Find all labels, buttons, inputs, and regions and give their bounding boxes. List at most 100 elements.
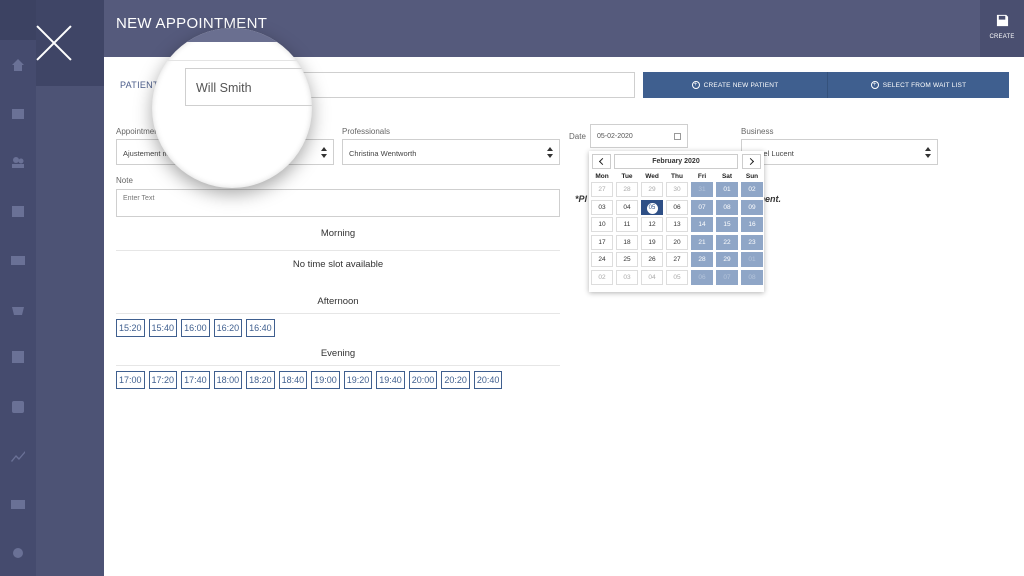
calendar-day[interactable]: 08 bbox=[716, 199, 738, 215]
gear-icon[interactable] bbox=[9, 544, 27, 562]
save-icon bbox=[996, 14, 1008, 27]
time-slot-button[interactable]: 18:20 bbox=[246, 371, 275, 389]
calendar-day[interactable]: 10 bbox=[591, 217, 613, 232]
patient-label: PATIENT bbox=[120, 80, 159, 90]
weekday-header: Sat bbox=[721, 173, 733, 180]
calendar-day[interactable]: 25 bbox=[616, 252, 638, 267]
calendar-day[interactable]: 02 bbox=[591, 269, 613, 285]
calendar-day[interactable]: 28 bbox=[691, 252, 713, 267]
evening-slots: 17:00 17:20 17:40 18:00 18:20 18:40 19:00 19:20… bbox=[116, 371, 503, 389]
calendar-day[interactable]: 08 bbox=[741, 269, 763, 285]
time-slot-button[interactable]: 18:40 bbox=[278, 371, 308, 389]
prev-month-button[interactable] bbox=[592, 154, 611, 169]
create-button[interactable]: CREATE bbox=[980, 0, 1024, 57]
calendar-day[interactable]: 22 bbox=[716, 234, 738, 250]
professionals-label: Professionals bbox=[342, 127, 391, 136]
time-slot-button[interactable]: 17:00 bbox=[116, 371, 145, 389]
calendar-day[interactable]: 27 bbox=[591, 182, 613, 197]
professionals-select[interactable]: Christina Wentworth bbox=[342, 139, 560, 165]
calendar-day[interactable]: 04 bbox=[641, 269, 663, 285]
calendar-day[interactable]: 23 bbox=[741, 234, 763, 250]
note-placeholder: Enter Text bbox=[123, 195, 155, 202]
date-label: Date bbox=[569, 132, 586, 141]
calendar-day[interactable]: 06 bbox=[666, 199, 688, 215]
time-slot-button[interactable]: 16:00 bbox=[181, 319, 210, 337]
calendar-day[interactable]: 15 bbox=[716, 217, 738, 232]
calendar-day[interactable]: 19 bbox=[641, 234, 663, 250]
calendar-day[interactable]: 21 bbox=[691, 234, 713, 250]
chart-icon[interactable] bbox=[9, 447, 27, 465]
plus-circle-icon: + bbox=[691, 81, 700, 89]
business-select[interactable]: Hostel Lucent bbox=[741, 139, 938, 165]
calendar-day[interactable]: 16 bbox=[741, 217, 763, 232]
calendar-day[interactable]: 02 bbox=[741, 182, 763, 197]
time-slot-button[interactable]: 19:20 bbox=[343, 371, 373, 389]
weekday-header: Sun bbox=[745, 173, 759, 180]
calendar-day[interactable]: 01 bbox=[741, 252, 763, 267]
business-label: Business bbox=[741, 127, 774, 136]
calendar-day[interactable]: 13 bbox=[666, 217, 688, 232]
time-slot-button[interactable]: 20:00 bbox=[408, 371, 438, 389]
contact-icon[interactable] bbox=[9, 398, 27, 416]
calendar-day[interactable]: 04 bbox=[616, 199, 638, 215]
schedule-icon[interactable] bbox=[9, 202, 27, 220]
plus-circle-icon: + bbox=[870, 81, 879, 89]
time-slot-button[interactable]: 17:40 bbox=[181, 371, 210, 389]
create-new-patient-button[interactable]: + CREATE NEW PATIENT bbox=[643, 72, 827, 98]
calendar-day[interactable]: 07 bbox=[691, 199, 713, 215]
close-icon[interactable] bbox=[30, 24, 74, 62]
calendar-month-title[interactable]: February 2020 bbox=[614, 154, 738, 169]
time-slot-button[interactable]: 18:00 bbox=[213, 371, 243, 389]
calendar-day[interactable]: 06 bbox=[691, 269, 713, 285]
dollar-icon[interactable] bbox=[9, 348, 27, 366]
calendar-day[interactable]: 01 bbox=[716, 182, 738, 197]
next-month-button[interactable] bbox=[742, 154, 761, 169]
calendar-icon[interactable] bbox=[9, 104, 27, 122]
calendar-day[interactable]: 03 bbox=[591, 199, 613, 215]
divider bbox=[116, 250, 560, 251]
time-slot-button[interactable]: 16:20 bbox=[213, 319, 243, 337]
calendar-day[interactable]: 03 bbox=[616, 269, 638, 285]
afternoon-heading: Afternoon bbox=[317, 296, 359, 307]
calendar-day[interactable]: 18 bbox=[616, 234, 638, 250]
calendar-day[interactable]: 26 bbox=[641, 252, 663, 267]
calendar-day[interactable]: 30 bbox=[666, 182, 688, 197]
calendar-day[interactable]: 29 bbox=[641, 182, 663, 197]
date-value: 05-02-2020 bbox=[597, 133, 633, 140]
mail-icon[interactable] bbox=[9, 495, 27, 513]
calendar-day[interactable]: 17 bbox=[591, 234, 613, 250]
calendar-day[interactable]: 05 bbox=[666, 269, 688, 285]
calendar-day[interactable]: 20 bbox=[666, 234, 688, 250]
calendar-day[interactable]: 09 bbox=[741, 199, 763, 215]
calendar-day[interactable]: 29 bbox=[716, 252, 738, 267]
calendar-day[interactable]: 07 bbox=[716, 269, 738, 285]
calendar-day[interactable]: 14 bbox=[691, 217, 713, 232]
users-icon[interactable] bbox=[9, 153, 27, 171]
time-slot-button[interactable]: 16:40 bbox=[246, 319, 275, 337]
calendar-day[interactable]: 12 bbox=[641, 217, 663, 232]
calendar-day[interactable]: 11 bbox=[616, 217, 638, 232]
time-slot-button[interactable]: 15:20 bbox=[116, 319, 145, 337]
date-picker: February 2020 Mon Tue Wed Thu Fri Sat Sun 27 28 2… bbox=[589, 151, 764, 292]
calendar-day-selected[interactable]: 05 bbox=[641, 199, 663, 215]
hint-left: *Pl bbox=[575, 194, 588, 204]
time-slot-button[interactable]: 19:00 bbox=[311, 371, 340, 389]
calendar-day[interactable]: 31 bbox=[691, 182, 713, 197]
calendar-day[interactable]: 24 bbox=[591, 252, 613, 267]
select-arrows-icon bbox=[321, 147, 327, 158]
time-slot-button[interactable]: 20:20 bbox=[441, 371, 470, 389]
time-slot-button[interactable]: 17:20 bbox=[148, 371, 178, 389]
time-slot-button[interactable]: 20:40 bbox=[473, 371, 503, 389]
calendar-day[interactable]: 27 bbox=[666, 252, 688, 267]
time-slot-button[interactable]: 19:40 bbox=[376, 371, 405, 389]
basket-icon[interactable] bbox=[9, 300, 27, 318]
card-icon[interactable] bbox=[9, 251, 27, 269]
select-from-wait-list-button[interactable]: + SELECT FROM WAIT LIST bbox=[827, 72, 1009, 98]
home-icon[interactable] bbox=[9, 56, 27, 74]
note-textarea[interactable]: Enter Text bbox=[116, 189, 560, 217]
date-input[interactable]: 05-02-2020 bbox=[590, 124, 688, 148]
calendar-day[interactable]: 28 bbox=[616, 182, 638, 197]
patient-value: Will Smith bbox=[196, 81, 252, 95]
time-slot-button[interactable]: 15:40 bbox=[148, 319, 178, 337]
magnified-patient-input[interactable]: Will Smith bbox=[185, 68, 312, 106]
